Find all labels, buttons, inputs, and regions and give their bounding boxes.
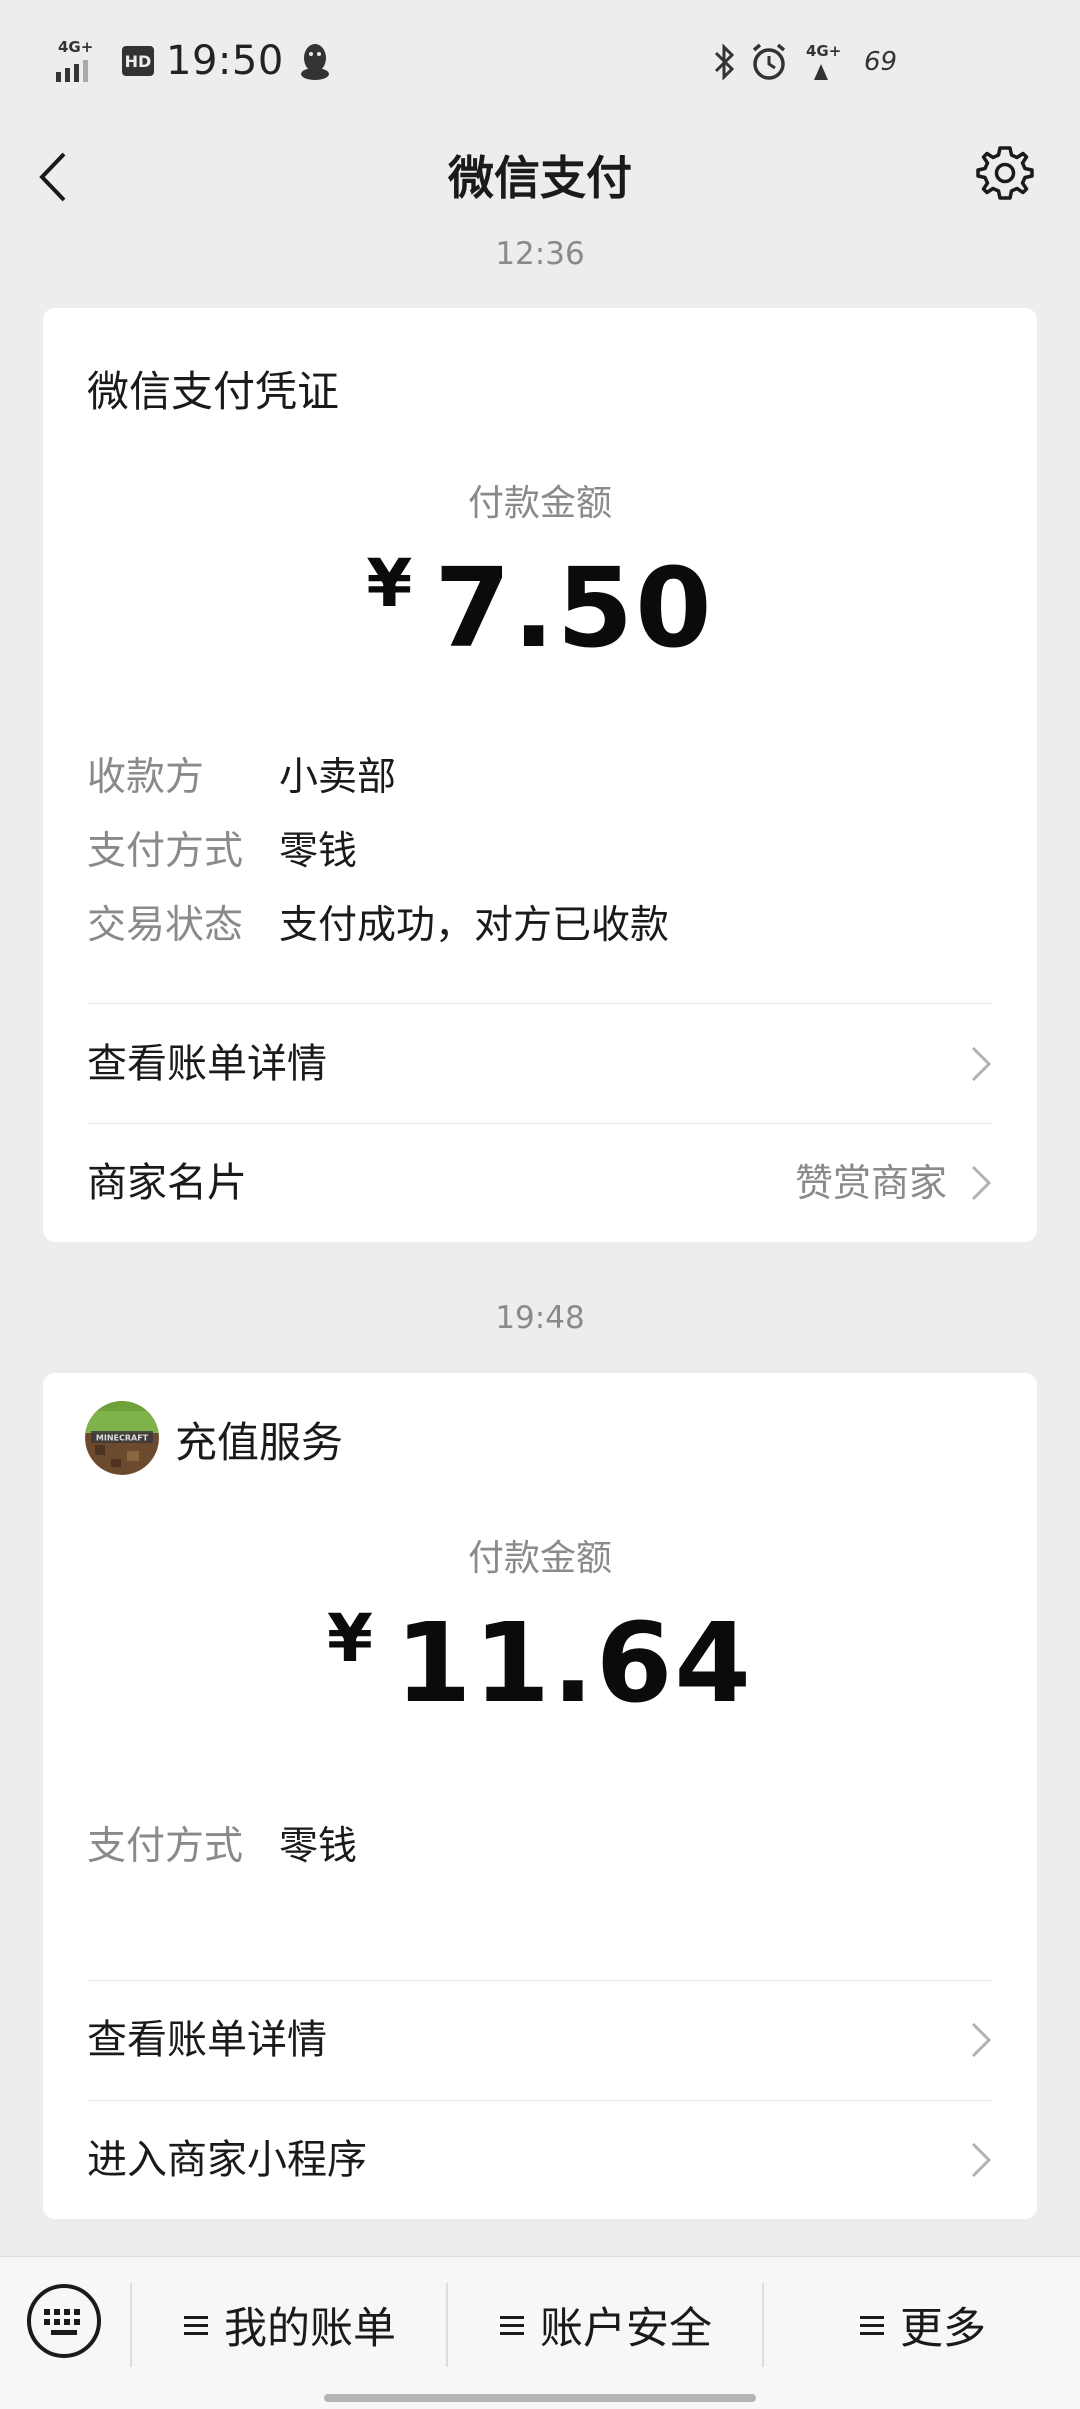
chevron-right-icon [971, 2142, 992, 2178]
chevron-right-icon [971, 1046, 992, 1082]
menu-icon [500, 2316, 524, 2335]
gear-icon [976, 146, 1034, 200]
menu-item-more[interactable]: 更多 [764, 2283, 1080, 2367]
chevron-right-icon [971, 1165, 992, 1201]
network-type: 4G+ [58, 38, 94, 56]
status-bar: 4G+ HD 19:50 4G+ 69 [0, 0, 1080, 120]
page-title: 微信支付 [448, 151, 632, 205]
detail-row-payee: 收款方 小卖部 [87, 746, 396, 802]
status-time: 19:50 [166, 38, 284, 84]
qq-icon [300, 44, 329, 80]
detail-row-status: 交易状态 支付成功，对方已收款 [87, 894, 669, 950]
status-bar-right: 4G+ 69 [712, 34, 897, 90]
detail-value: 零钱 [279, 1824, 358, 1869]
detail-value: 小卖部 [279, 755, 397, 800]
settings-button[interactable] [972, 140, 1038, 206]
recharge-service-card: MINECRAFT 充值服务 付款金额 ¥11.64 支付方式 零钱 查看账单详… [43, 1373, 1037, 2219]
home-indicator[interactable] [324, 2394, 756, 2402]
detail-row-method: 支付方式 零钱 [87, 1815, 357, 1871]
link-label: 商家名片 [87, 1160, 247, 1206]
alarm-icon [752, 43, 786, 80]
battery-level: 69 [864, 47, 898, 77]
menu-icon [184, 2316, 208, 2335]
detail-key: 交易状态 [87, 903, 244, 948]
payment-receipt-card: 微信支付凭证 付款金额 ¥7.50 收款方 小卖部 支付方式 零钱 交易状态 支… [43, 308, 1037, 1242]
divider [87, 1003, 993, 1004]
currency-symbol: ¥ [366, 545, 413, 622]
merchant-card-link[interactable]: 商家名片 赞赏商家 [87, 1124, 993, 1242]
chevron-right-icon [971, 2022, 992, 2058]
menu-item-account-security[interactable]: 账户安全 [448, 2283, 762, 2367]
signal-icon: 4G+ [802, 40, 844, 84]
card-title: 充值服务 [175, 1418, 344, 1467]
menu-item-label: 我的账单 [224, 2304, 396, 2354]
link-label: 进入商家小程序 [87, 2137, 367, 2183]
detail-key: 支付方式 [87, 829, 244, 874]
bluetooth-icon [714, 43, 735, 81]
menu-icon [860, 2316, 884, 2335]
view-bill-details-link[interactable]: 查看账单详情 [87, 1981, 993, 2099]
keyboard-icon[interactable] [24, 2281, 104, 2361]
detail-key: 支付方式 [87, 1824, 244, 1869]
detail-value: 支付成功，对方已收款 [279, 903, 670, 948]
view-bill-details-link[interactable]: 查看账单详情 [87, 1005, 993, 1123]
amount-label: 付款金额 [467, 483, 612, 524]
link-label: 查看账单详情 [87, 2017, 327, 2063]
currency-symbol: ¥ [327, 1600, 373, 1677]
message-timestamp: 19:48 [495, 1300, 585, 1336]
svg-text:MINECRAFT: MINECRAFT [96, 1434, 149, 1443]
merchant-avatar: MINECRAFT [85, 1401, 159, 1475]
nav-bar: 微信支付 [0, 120, 1080, 236]
bottom-menu: 我的账单 账户安全 更多 [0, 2256, 1080, 2409]
detail-row-method: 支付方式 零钱 [87, 820, 357, 876]
tip-merchant-label: 赞赏商家 [794, 1161, 947, 1205]
menu-item-my-bills[interactable]: 我的账单 [132, 2283, 446, 2367]
detail-key: 收款方 [87, 755, 205, 800]
menu-item-label: 账户安全 [540, 2304, 712, 2354]
signal-icon: 4G+ [56, 38, 104, 84]
payment-amount: ¥7.50 [43, 544, 1037, 672]
message-timestamp: 12:36 [495, 236, 585, 272]
merchant-mini-program-link[interactable]: 进入商家小程序 [87, 2101, 993, 2219]
amount-label: 付款金额 [467, 1538, 612, 1579]
payment-amount: ¥11.64 [43, 1599, 1037, 1727]
hd-icon: HD [122, 46, 154, 76]
amount-value: 7.50 [434, 544, 714, 672]
menu-item-label: 更多 [900, 2304, 986, 2354]
detail-value: 零钱 [279, 829, 358, 874]
link-label: 查看账单详情 [87, 1041, 327, 1087]
status-bar-left: 4G+ HD 19:50 [56, 30, 332, 92]
amount-value: 11.64 [394, 1599, 753, 1727]
card-title: 微信支付凭证 [87, 367, 340, 416]
